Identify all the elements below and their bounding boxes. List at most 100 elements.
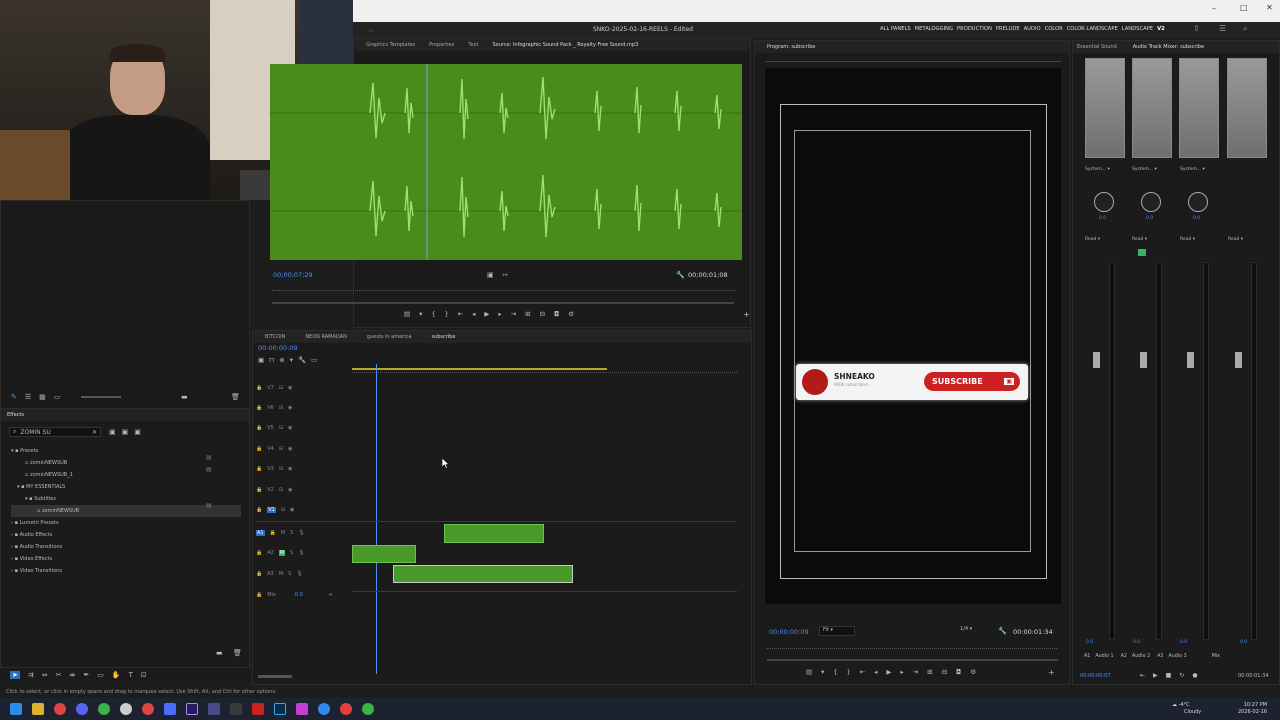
ripple-edit-icon[interactable]: ⇔ xyxy=(42,671,48,679)
pan-knob[interactable] xyxy=(1094,192,1114,212)
record-icon[interactable]: ● xyxy=(1192,672,1197,679)
tab-text[interactable]: Text xyxy=(468,42,478,48)
source-zoom-bar[interactable] xyxy=(272,302,734,304)
eye-icon[interactable]: ◉ xyxy=(288,466,292,472)
tree-item[interactable]: › ▪ Audio Effects xyxy=(11,529,241,541)
pen-tool-icon[interactable]: ✒ xyxy=(83,671,89,679)
lock-icon[interactable]: 🔒 xyxy=(256,592,262,598)
tab-properties[interactable]: Properties xyxy=(429,42,454,48)
maximize-icon[interactable]: □ xyxy=(1240,3,1248,12)
clock[interactable]: 10:27 PM 2026-02-16 xyxy=(1238,702,1267,716)
minimize-icon[interactable]: – xyxy=(1212,4,1216,13)
tree-item[interactable]: ▾ ▪ MY ESSENTIALS xyxy=(11,481,241,493)
add-button-icon[interactable]: + xyxy=(743,310,750,319)
solo-icon[interactable]: S xyxy=(288,571,291,577)
app-icon[interactable] xyxy=(230,703,242,715)
marker-icon[interactable]: ▾ xyxy=(419,310,422,318)
go-to-in-icon[interactable]: ⇤ xyxy=(1140,672,1145,679)
workspace-tab[interactable]: LANDSCAPE xyxy=(1122,26,1153,32)
automation-dropdown[interactable]: Read ▾ xyxy=(1085,237,1100,242)
fader-value[interactable]: 0.0 xyxy=(1086,640,1093,645)
source-timecode-in[interactable]: 00;00;07;29 xyxy=(273,271,313,279)
freeform-view-icon[interactable]: ▭ xyxy=(54,393,61,401)
effects-search[interactable]: ⌕ ZOMIN SU ✕ xyxy=(9,427,101,437)
volume-fader[interactable] xyxy=(1235,352,1242,368)
tab-program[interactable]: Program: subscribe xyxy=(767,44,815,50)
chrome-icon[interactable] xyxy=(362,703,374,715)
add-button-icon[interactable]: + xyxy=(1048,668,1055,677)
hand-tool-icon[interactable]: ✋ xyxy=(112,671,121,679)
pan-value[interactable]: 0.0 xyxy=(1146,216,1153,221)
program-zoom-bar[interactable] xyxy=(767,659,1058,661)
app-icon[interactable] xyxy=(208,703,220,715)
pencil-icon[interactable]: ✎ xyxy=(11,393,17,401)
mark-in-icon[interactable]: { xyxy=(833,668,837,676)
play-icon[interactable]: ▶ xyxy=(1153,672,1158,679)
tab-sequence[interactable]: BITCOIN xyxy=(265,334,285,340)
workspace-tab[interactable]: METALOGGING xyxy=(915,26,953,32)
track-select-icon[interactable]: ⇉ xyxy=(28,671,34,679)
program-timecode[interactable]: 00:00:00:09 xyxy=(769,628,809,636)
delete-icon[interactable]: 🗑 xyxy=(233,649,242,657)
source-ruler[interactable] xyxy=(272,287,736,291)
lock-icon[interactable]: 🔒 xyxy=(256,425,262,431)
timeline-ruler[interactable] xyxy=(352,369,737,373)
wrench-icon[interactable]: 🔧 xyxy=(998,627,1007,635)
pan-value[interactable]: 0.0 xyxy=(1193,216,1200,221)
step-back-icon[interactable]: ◂ xyxy=(472,310,475,318)
settings-icon[interactable]: ⚙ xyxy=(970,668,976,676)
program-ruler[interactable] xyxy=(765,56,1061,62)
chrome-icon[interactable] xyxy=(340,703,352,715)
lock-icon[interactable]: 🔒 xyxy=(256,507,262,513)
automation-dropdown[interactable]: Read ▾ xyxy=(1132,237,1147,242)
program-viewer[interactable]: SHNEAKO 900K subscribers SUBSCRIBE ▣ xyxy=(765,68,1061,604)
camera-icon[interactable]: ◘ xyxy=(956,668,961,676)
timeline-scrollbar[interactable] xyxy=(738,380,744,670)
lock-icon[interactable]: 🔒 xyxy=(256,405,262,411)
eye-icon[interactable]: ◉ xyxy=(288,385,292,391)
input-dropdown[interactable]: System... ▾ xyxy=(1132,167,1157,172)
folder-icon[interactable]: ▬ xyxy=(181,393,188,401)
tab-essential-sound[interactable]: Essential Sound xyxy=(1077,44,1117,50)
loop-icon[interactable]: ↻ xyxy=(1179,672,1184,679)
fader-value[interactable]: 0.0 xyxy=(1240,640,1247,645)
sync-icon[interactable]: ⊟ xyxy=(279,446,283,452)
mute-button-active[interactable] xyxy=(1138,249,1146,256)
overwrite-icon[interactable]: ⊟ xyxy=(540,310,545,318)
app-icon[interactable] xyxy=(98,703,110,715)
windows-start-icon[interactable] xyxy=(10,703,22,715)
workspace-tab[interactable]: COLOR LANDSCAPE xyxy=(1067,26,1118,32)
mute-icon[interactable]: M xyxy=(278,550,286,556)
sync-icon[interactable]: ⊟ xyxy=(279,425,283,431)
pan-value[interactable]: 0.0 xyxy=(1099,216,1106,221)
play-icon[interactable]: ▶ xyxy=(886,668,891,676)
app-icon[interactable] xyxy=(296,703,308,715)
sync-icon[interactable]: ⊟ xyxy=(281,507,285,513)
sync-icon[interactable]: ⊟ xyxy=(279,385,283,391)
eye-icon[interactable]: ◉ xyxy=(288,425,292,431)
mix-value[interactable]: 0.0 xyxy=(295,592,303,598)
premiere-icon[interactable] xyxy=(186,703,198,715)
linked-icon[interactable]: ⊗ xyxy=(279,356,284,364)
tab-sequence[interactable]: guests in america xyxy=(367,334,412,340)
tab-graphics-templates[interactable]: Graphics Templates xyxy=(366,42,415,48)
list-view-icon[interactable]: ☰ xyxy=(25,393,31,401)
rectangle-tool-icon[interactable]: ▭ xyxy=(97,671,104,679)
slip-icon[interactable]: ⇹ xyxy=(70,671,76,679)
chrome-icon[interactable] xyxy=(142,703,154,715)
app-icon[interactable] xyxy=(252,703,264,715)
tab-effects[interactable]: Effects xyxy=(7,412,24,418)
discord-icon[interactable] xyxy=(76,703,88,715)
clear-icon[interactable]: ✕ xyxy=(92,429,97,436)
timeline-zoom-scrollbar[interactable] xyxy=(258,675,292,678)
settings-icon[interactable]: ⚙ xyxy=(568,310,574,318)
app-icon[interactable] xyxy=(318,703,330,715)
automation-dropdown[interactable]: Read ▾ xyxy=(1228,237,1243,242)
audio-waveform[interactable] xyxy=(270,64,742,260)
volume-fader[interactable] xyxy=(1093,352,1100,368)
tab-source[interactable]: Source: Infographic Sound Pack _ Royalty… xyxy=(493,42,639,48)
pan-knob[interactable] xyxy=(1141,192,1161,212)
pan-knob[interactable] xyxy=(1188,192,1208,212)
sync-icon[interactable]: ⊟ xyxy=(279,466,283,472)
insert-icon[interactable]: ▤ xyxy=(404,310,410,318)
